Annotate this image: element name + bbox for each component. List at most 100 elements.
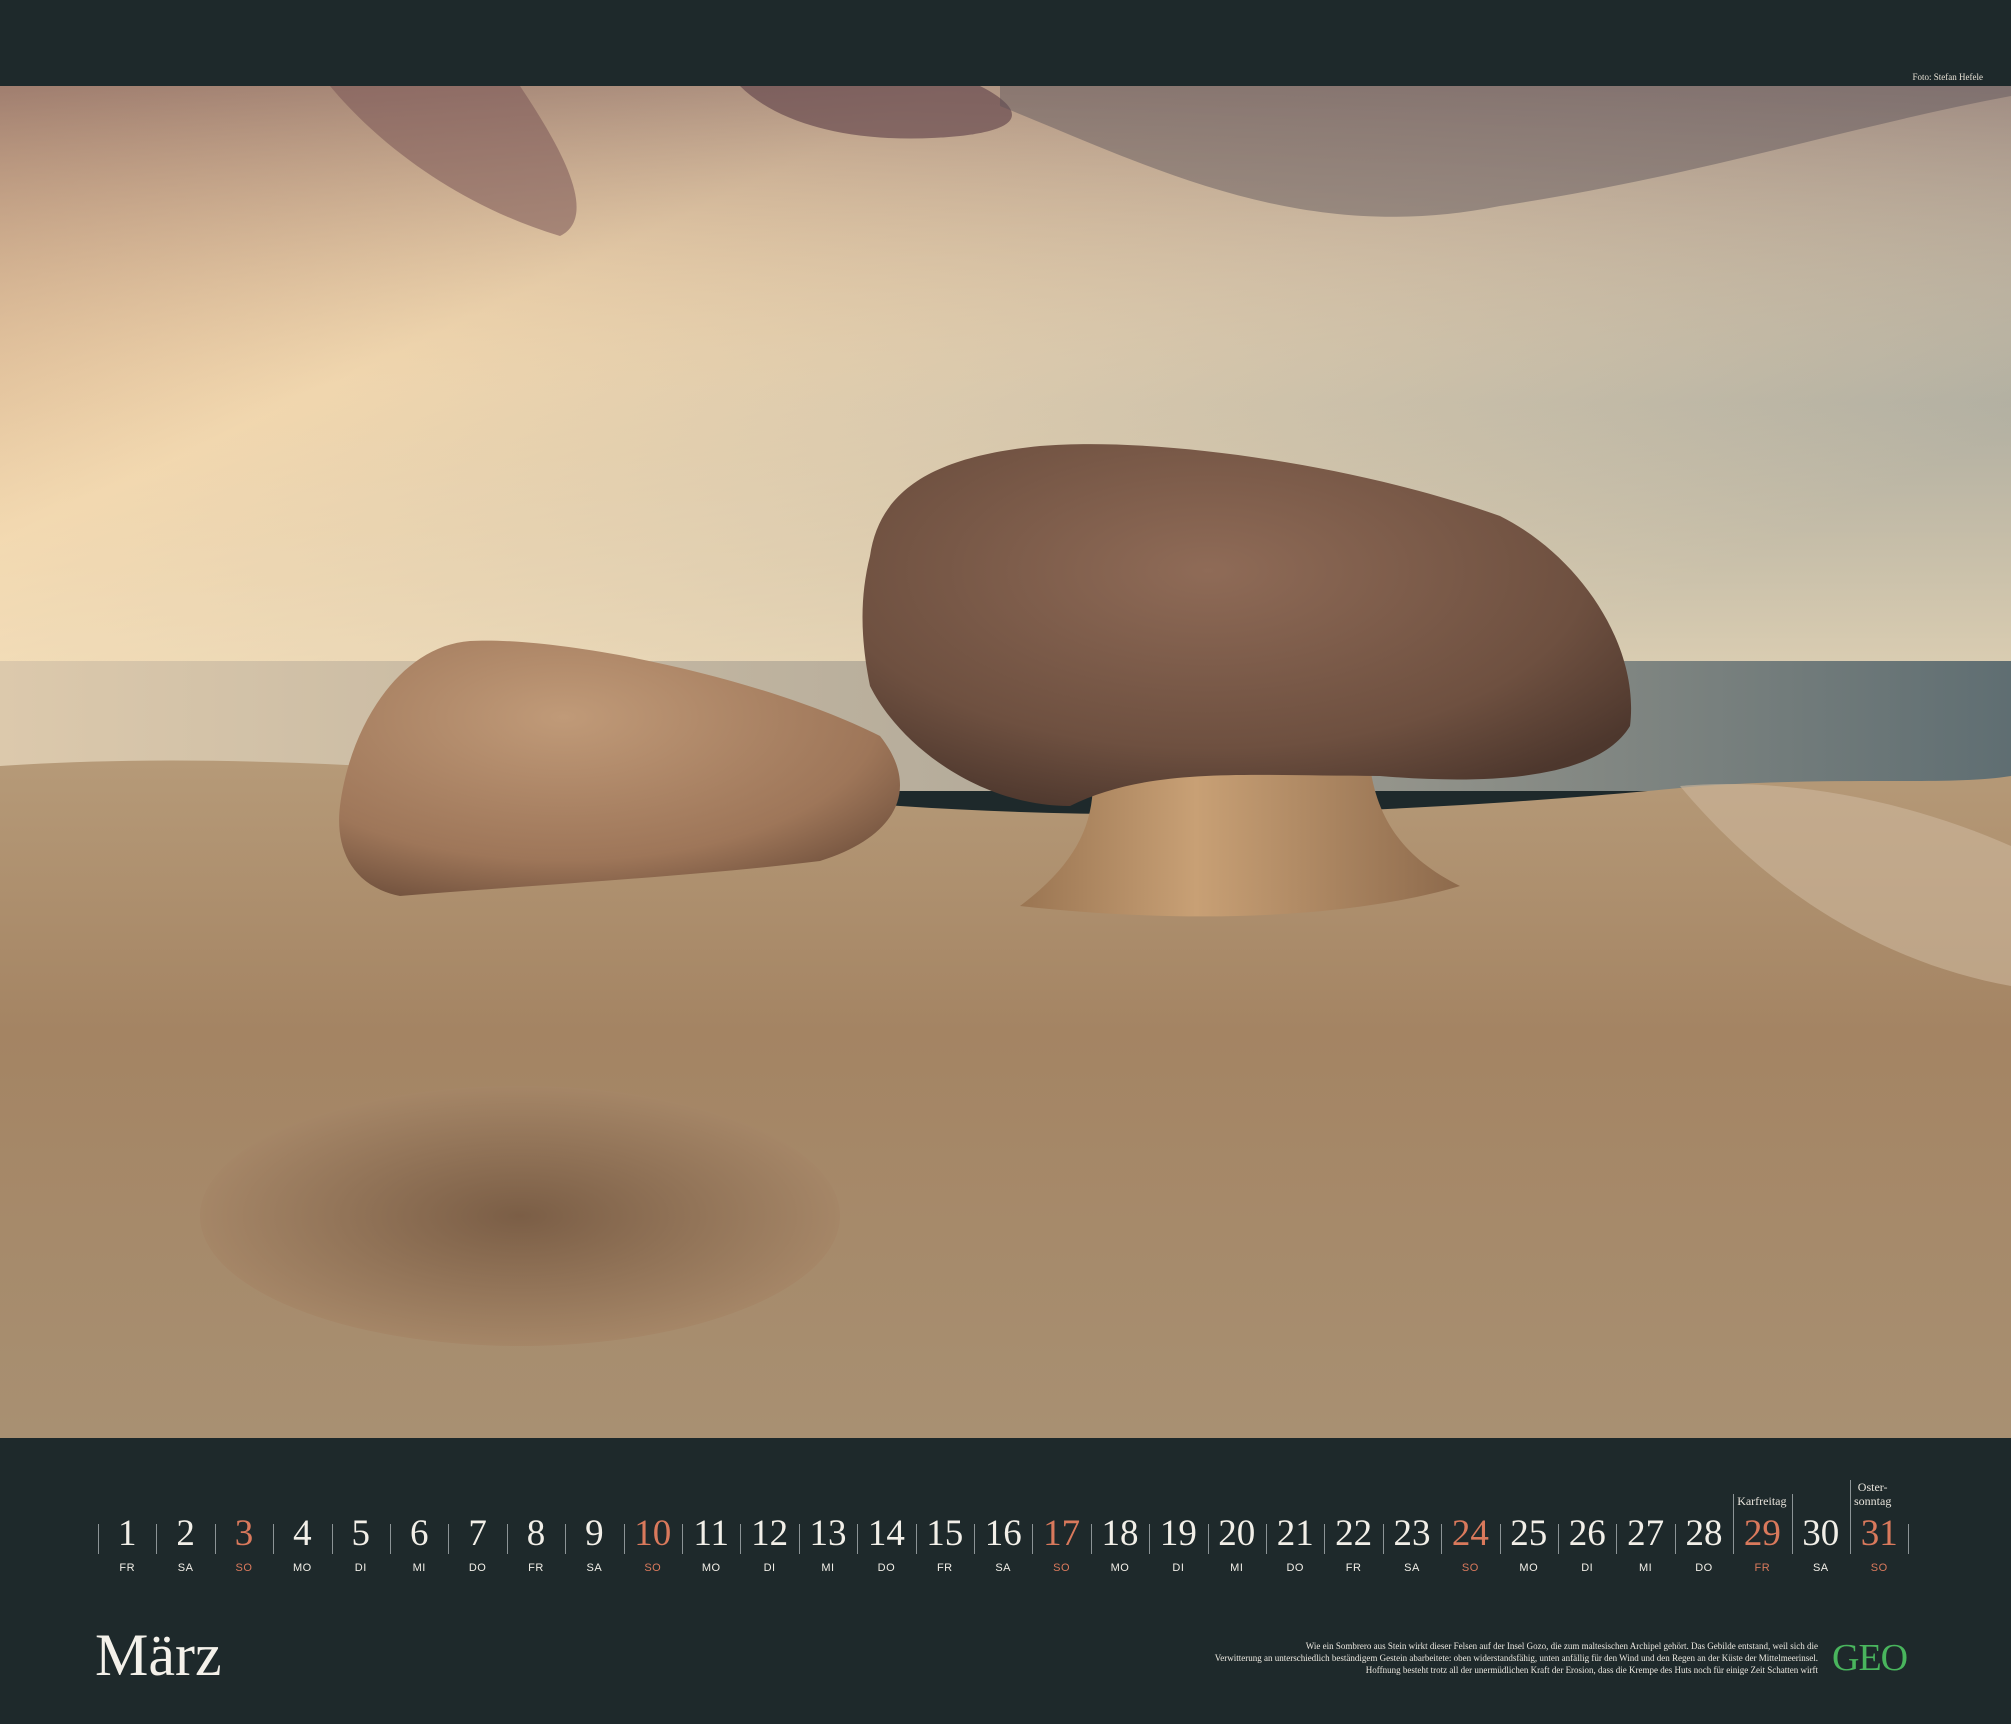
- day-number: 19: [1159, 1513, 1197, 1554]
- day-cell: 12 DI: [740, 1510, 798, 1590]
- caption-line: Verwitterung an unterschiedlich beständi…: [1214, 1653, 1818, 1663]
- day-cell: 30 SA: [1792, 1510, 1850, 1590]
- day-number: 30: [1802, 1513, 1840, 1554]
- day-cell: 28 DO: [1675, 1510, 1733, 1590]
- weekday-label: DO: [877, 1562, 896, 1574]
- day-cell: 20 MI: [1208, 1510, 1266, 1590]
- weekday-label: MI: [821, 1562, 835, 1574]
- weekday-label: DO: [1695, 1562, 1713, 1574]
- weekday-label: DO: [468, 1562, 487, 1574]
- day-cell: 14 DO: [857, 1510, 915, 1590]
- day-number: 22: [1335, 1513, 1373, 1554]
- weekday-label: SO: [1461, 1562, 1479, 1574]
- holiday-label: Oster-sonntag: [1854, 1480, 1891, 1508]
- day-number: 1: [117, 1513, 137, 1554]
- day-cell: 9 SA: [565, 1510, 623, 1590]
- weekday-label: MO: [701, 1562, 721, 1574]
- weekday-label: MO: [293, 1562, 312, 1574]
- weekday-label: DI: [1172, 1562, 1185, 1574]
- calendar-strip: 1 FR 2 SA 3 SO 4 MO 5 DI 6 MI 7 DO 8 FR 9 SA 10 SO 11 MO 12 DI 1…: [98, 1480, 1916, 1590]
- day-cell: 19 DI: [1149, 1510, 1207, 1590]
- caption-line: Wie ein Sombrero aus Stein wirkt dieser …: [1305, 1641, 1818, 1651]
- weekday-label: MO: [1110, 1562, 1130, 1574]
- day-cell: 21 DO: [1266, 1510, 1324, 1590]
- day-cell: 13 MI: [799, 1510, 857, 1590]
- month-title: März: [95, 1622, 222, 1688]
- day-number: 8: [526, 1513, 546, 1554]
- day-number: 17: [1043, 1513, 1081, 1554]
- day-number: 13: [809, 1513, 847, 1554]
- day-number: 5: [351, 1513, 371, 1554]
- day-cell: 5 DI: [332, 1510, 390, 1590]
- weekday-label: SO: [1870, 1562, 1888, 1574]
- day-number: 15: [926, 1513, 964, 1554]
- day-number: 26: [1568, 1513, 1606, 1554]
- day-cell: 25 MO: [1500, 1510, 1558, 1590]
- day-cell: 1 FR: [98, 1510, 156, 1590]
- day-cell: 22 FR: [1324, 1510, 1382, 1590]
- weekday-label: SA: [995, 1562, 1012, 1574]
- day-number: 3: [234, 1513, 254, 1554]
- day-number: 21: [1276, 1513, 1314, 1554]
- weekday-label: SA: [1812, 1562, 1829, 1574]
- day-number: 11: [693, 1513, 730, 1554]
- weekday-label: DI: [354, 1562, 367, 1574]
- day-cell: 18 MO: [1091, 1510, 1149, 1590]
- day-number: 14: [867, 1513, 905, 1554]
- day-number: 9: [585, 1513, 604, 1554]
- day-cell: 26 DI: [1558, 1510, 1616, 1590]
- weekday-label: SA: [177, 1562, 194, 1574]
- weekday-label: FR: [1754, 1562, 1771, 1574]
- day-number: 10: [634, 1513, 672, 1554]
- weekday-label: DI: [763, 1562, 776, 1574]
- holiday-label-line: Oster-: [1857, 1480, 1888, 1494]
- weekday-label: FR: [119, 1562, 136, 1574]
- day-number: 24: [1451, 1513, 1489, 1554]
- weekday-label: MO: [1519, 1562, 1539, 1574]
- day-number: 7: [468, 1513, 487, 1554]
- day-cell: 7 DO: [448, 1510, 506, 1590]
- day-number: 12: [751, 1513, 789, 1554]
- day-number: 28: [1685, 1513, 1723, 1554]
- weekday-label: FR: [528, 1562, 544, 1574]
- day-number: 31: [1860, 1513, 1898, 1554]
- day-cell: 23 SA: [1383, 1510, 1441, 1590]
- weekday-label: MI: [1638, 1562, 1653, 1574]
- day-separator: [1908, 1524, 1910, 1554]
- day-number: 29: [1743, 1513, 1781, 1554]
- weekday-label: SA: [586, 1562, 603, 1574]
- day-cell: 8 FR: [507, 1510, 565, 1590]
- day-cell: 6 MI: [390, 1510, 448, 1590]
- weekday-label: FR: [936, 1562, 953, 1574]
- day-number: 25: [1510, 1513, 1548, 1554]
- weekday-label: SO: [644, 1562, 662, 1574]
- day-number: 18: [1101, 1513, 1139, 1554]
- photo-caption: Wie ein Sombrero aus Stein wirkt dieser …: [998, 1640, 1818, 1676]
- day-cell: 10 SO: [624, 1510, 682, 1590]
- photo-credit: Foto: Stefan Hefele: [1912, 72, 1983, 82]
- caption-line: Hoffnung besteht trotz all der unermüdli…: [1365, 1665, 1818, 1675]
- day-cell: 4 MO: [273, 1510, 331, 1590]
- weekday-label: SA: [1404, 1562, 1420, 1574]
- day-cell: 17 SO: [1032, 1510, 1090, 1590]
- weekday-label: FR: [1345, 1562, 1362, 1574]
- day-number: 2: [176, 1513, 195, 1554]
- day-cell: 24 SO: [1441, 1510, 1499, 1590]
- weekday-label: MI: [412, 1562, 426, 1574]
- day-number: 4: [293, 1513, 312, 1554]
- day-cell: 16 SA: [974, 1510, 1032, 1590]
- weekday-label: SO: [1053, 1562, 1071, 1574]
- weekday-label: DI: [1581, 1562, 1594, 1574]
- day-cell: 29 FR: [1733, 1510, 1791, 1590]
- weekday-label: MI: [1230, 1562, 1244, 1574]
- day-cell: 11 MO: [682, 1510, 740, 1590]
- day-cell: 15 FR: [916, 1510, 974, 1590]
- day-cell: 3 SO: [215, 1510, 273, 1590]
- day-number: 6: [409, 1513, 429, 1554]
- day-cell: 2 SA: [156, 1510, 214, 1590]
- geo-logo: GEO: [1832, 1637, 1908, 1679]
- weekday-label: SO: [235, 1562, 253, 1574]
- day-number: 16: [984, 1513, 1022, 1554]
- holiday-label-line: sonntag: [1854, 1494, 1892, 1508]
- day-number: 20: [1218, 1513, 1256, 1554]
